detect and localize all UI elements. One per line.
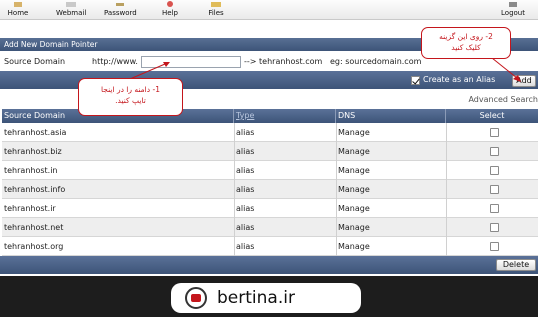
- table-row: tehranhost.in alias Manage: [2, 161, 538, 180]
- row-source: tehranhost.net: [4, 223, 64, 232]
- create-alias-label: Create as an Alias: [423, 75, 496, 84]
- row-type: alias: [236, 204, 255, 213]
- home-icon: [11, 1, 25, 7]
- url-prefix: http://www.: [92, 57, 138, 66]
- add-button[interactable]: Add: [512, 75, 536, 87]
- table-row: tehranhost.ir alias Manage: [2, 199, 538, 218]
- row-dns-link[interactable]: Manage: [336, 161, 370, 180]
- row-source: tehranhost.in: [4, 166, 58, 175]
- table-row: tehranhost.asia alias Manage: [2, 123, 538, 142]
- row-select-checkbox[interactable]: [490, 204, 499, 213]
- row-type: alias: [236, 166, 255, 175]
- row-select-checkbox[interactable]: [490, 166, 499, 175]
- folder-icon: [209, 1, 223, 7]
- column-dns: DNS: [336, 109, 446, 123]
- row-dns-link[interactable]: Manage: [336, 199, 370, 218]
- bertina-logo-icon: [185, 287, 207, 309]
- row-type: alias: [236, 128, 255, 137]
- instruction-callout-1: 1- دامنه را در اینجا تایپ کنید.: [78, 78, 183, 116]
- row-source: tehranhost.biz: [4, 147, 62, 156]
- row-source: tehranhost.org: [4, 242, 64, 251]
- table-row: tehranhost.org alias Manage: [2, 237, 538, 256]
- logout-icon: [506, 1, 520, 7]
- table-row: tehranhost.net alias Manage: [2, 218, 538, 237]
- row-type: alias: [236, 147, 255, 156]
- target-domain-text: --> tehranhost.com: [244, 57, 323, 66]
- row-select-checkbox[interactable]: [490, 128, 499, 137]
- mail-icon: [64, 1, 78, 7]
- row-type: alias: [236, 242, 255, 251]
- row-select-checkbox[interactable]: [490, 242, 499, 251]
- row-dns-link[interactable]: Manage: [336, 180, 370, 199]
- callout-1-line-1: 1- دامنه را در اینجا: [101, 85, 160, 94]
- row-source: tehranhost.info: [4, 185, 66, 194]
- column-divider: [446, 123, 447, 256]
- instruction-callout-2: 2- روی این گزینه کلیک کنید: [421, 27, 511, 59]
- row-type: alias: [236, 185, 255, 194]
- toolbar-password[interactable]: Password: [104, 0, 137, 20]
- row-source: tehranhost.ir: [4, 204, 56, 213]
- toolbar-webmail[interactable]: Webmail: [56, 0, 86, 20]
- table-row: tehranhost.biz alias Manage: [2, 142, 538, 161]
- callout-1-line-2: تایپ کنید.: [115, 96, 146, 105]
- column-type[interactable]: Type: [234, 109, 336, 123]
- column-divider: [336, 123, 337, 256]
- table-footer-bar: Delete: [0, 256, 538, 274]
- column-divider: [234, 123, 235, 256]
- toolbar-home[interactable]: Home: [6, 0, 30, 20]
- callout-2-line-1: 2- روی این گزینه: [439, 32, 493, 41]
- table-row: tehranhost.info alias Manage: [2, 180, 538, 199]
- row-select-checkbox[interactable]: [490, 147, 499, 156]
- create-alias-checkbox[interactable]: [411, 76, 420, 85]
- row-select-checkbox[interactable]: [490, 185, 499, 194]
- delete-button[interactable]: Delete: [496, 259, 536, 271]
- source-domain-label: Source Domain: [4, 57, 66, 66]
- callout-2-line-2: کلیک کنید: [451, 43, 481, 52]
- watermark-text: bertina.ir: [217, 288, 295, 308]
- top-toolbar: Home Webmail Password Help Files Logout: [0, 0, 538, 20]
- help-icon: [163, 1, 177, 7]
- toolbar-logout[interactable]: Logout: [498, 0, 528, 20]
- watermark-pill: bertina.ir: [171, 283, 361, 313]
- watermark-band: bertina.ir: [0, 276, 538, 317]
- toolbar-help[interactable]: Help: [160, 0, 180, 20]
- row-dns-link[interactable]: Manage: [336, 123, 370, 142]
- column-select: Select: [479, 111, 505, 120]
- example-text: eg: sourcedomain.com: [330, 57, 422, 66]
- advanced-search-link[interactable]: Advanced Search: [468, 95, 538, 104]
- row-type: alias: [236, 223, 255, 232]
- row-select-checkbox[interactable]: [490, 223, 499, 232]
- row-dns-link[interactable]: Manage: [336, 237, 370, 256]
- key-icon: [113, 1, 127, 7]
- row-source: tehranhost.asia: [4, 128, 67, 137]
- row-dns-link[interactable]: Manage: [336, 218, 370, 237]
- toolbar-files[interactable]: Files: [206, 0, 226, 20]
- source-domain-input[interactable]: [141, 56, 241, 68]
- row-dns-link[interactable]: Manage: [336, 142, 370, 161]
